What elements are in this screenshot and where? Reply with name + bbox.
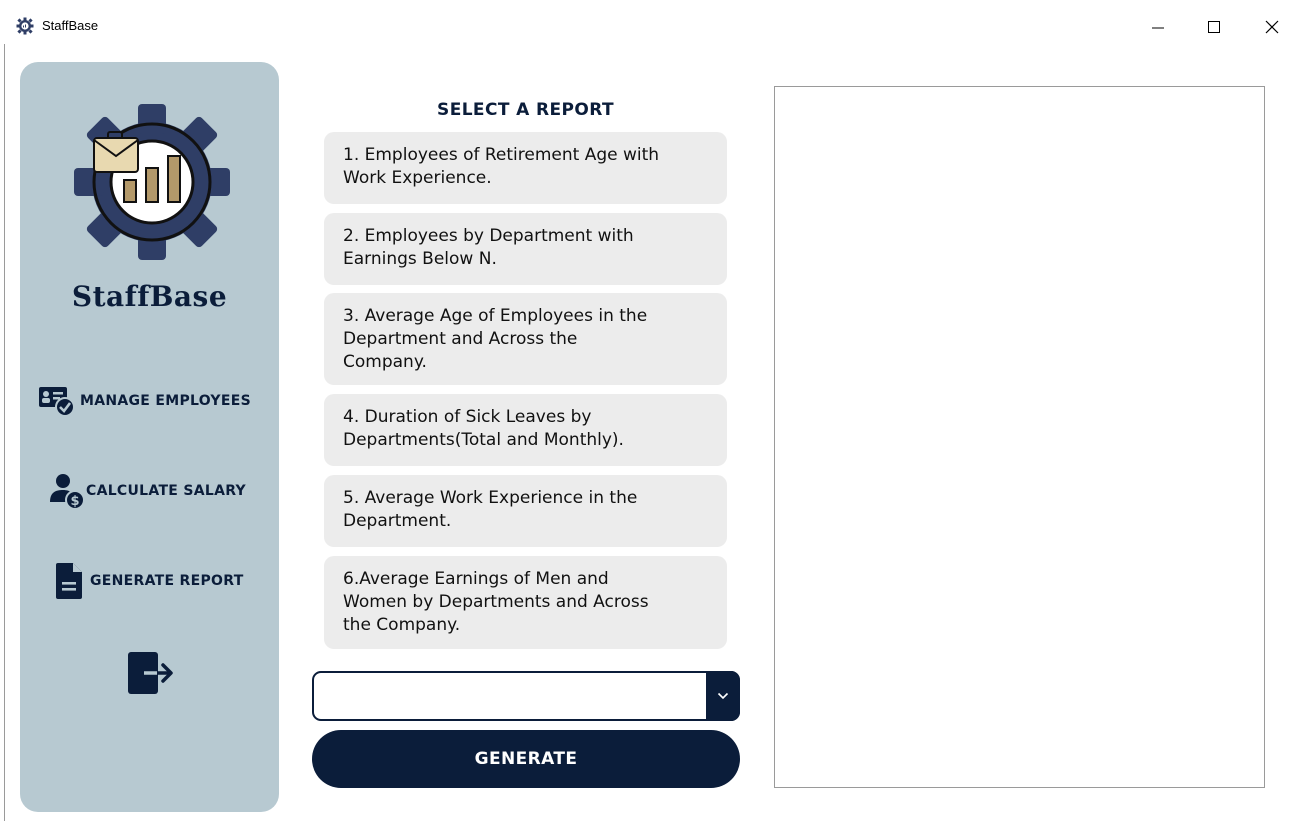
app-window: StaffBase StaffBase MANAGE EMPLOYEES $ C… (0, 0, 1294, 821)
report-option-line: Department and Across the (343, 329, 578, 349)
report-option-line: Women by Departments and Across (343, 592, 649, 612)
report-option-line: Earnings Below N. (343, 249, 497, 269)
sidebar-item-label: CALCULATE SALARY (86, 483, 246, 499)
sidebar-item-generate-report[interactable]: GENERATE REPORT (54, 562, 244, 600)
report-option-2[interactable]: 2. Employees by Department with Earnings… (324, 213, 727, 285)
report-option-line: Company. (343, 352, 427, 372)
report-option-line: 3. Average Age of Employees in the (343, 306, 648, 326)
report-option-line: 2. Employees by Department with (343, 226, 634, 246)
report-option-line: 1. Employees of Retirement Age with (343, 145, 660, 165)
report-option-line: 6.Average Earnings of Men and (343, 569, 609, 589)
logout-icon (128, 652, 173, 694)
report-option-4[interactable]: 4. Duration of Sick Leaves by Department… (324, 394, 727, 466)
generate-button[interactable]: GENERATE (312, 730, 740, 788)
sidebar-item-label: GENERATE REPORT (90, 573, 244, 589)
minimize-icon (1152, 27, 1164, 29)
sidebar-item-manage-employees[interactable]: MANAGE EMPLOYEES (38, 384, 251, 418)
report-option-line: Departments(Total and Monthly). (343, 430, 624, 450)
sidebar-item-calculate-salary[interactable]: $ CALCULATE SALARY (48, 472, 246, 510)
report-option-5[interactable]: 5. Average Work Experience in the Depart… (324, 475, 727, 547)
minimize-button[interactable] (1138, 10, 1178, 44)
report-option-line: Work Experience. (343, 168, 492, 188)
title-bar[interactable]: StaffBase (0, 0, 1294, 52)
dropdown-toggle[interactable] (706, 671, 740, 721)
section-title: SELECT A REPORT (437, 100, 614, 120)
sidebar: StaffBase MANAGE EMPLOYEES $ CALCULATE S… (20, 62, 279, 812)
report-option-1[interactable]: 1. Employees of Retirement Age with Work… (324, 132, 727, 204)
user-dollar-icon: $ (50, 474, 85, 510)
report-option-line: Department. (343, 511, 452, 531)
report-option-line: 5. Average Work Experience in the (343, 488, 638, 508)
report-select-dropdown[interactable] (312, 671, 740, 721)
window-title: StaffBase (42, 18, 99, 33)
brand-name: StaffBase (71, 280, 228, 313)
id-card-check-icon (39, 387, 75, 417)
svg-text:$: $ (70, 494, 79, 509)
window-left-border (4, 44, 5, 821)
report-option-line: 4. Duration of Sick Leaves by (343, 407, 592, 427)
report-option-3[interactable]: 3. Average Age of Employees in the Depar… (324, 293, 727, 385)
sidebar-item-label: MANAGE EMPLOYEES (80, 393, 251, 409)
maximize-button[interactable] (1194, 10, 1234, 44)
report-output-panel (774, 86, 1265, 788)
close-button[interactable] (1252, 10, 1292, 44)
staffbase-logo-icon (74, 104, 230, 260)
document-icon (56, 563, 82, 599)
app-gear-icon (16, 17, 34, 35)
chevron-down-icon (717, 692, 729, 700)
report-option-6[interactable]: 6.Average Earnings of Men and Women by D… (324, 556, 727, 649)
report-option-line: the Company. (343, 615, 461, 635)
close-icon (1265, 20, 1279, 34)
sidebar-item-logout[interactable] (126, 650, 178, 696)
maximize-icon (1208, 21, 1220, 33)
